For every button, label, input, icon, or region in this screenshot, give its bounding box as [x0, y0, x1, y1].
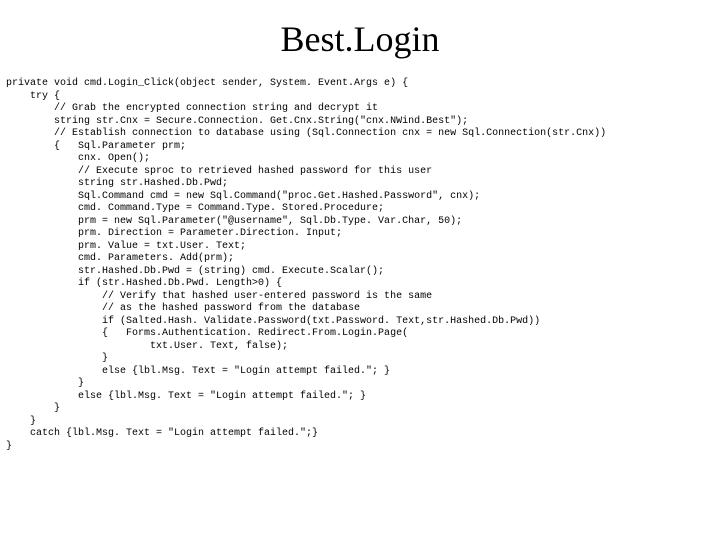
code-block: private void cmd.Login_Click(object send… [6, 78, 720, 453]
page-title: Best.Login [0, 18, 720, 60]
